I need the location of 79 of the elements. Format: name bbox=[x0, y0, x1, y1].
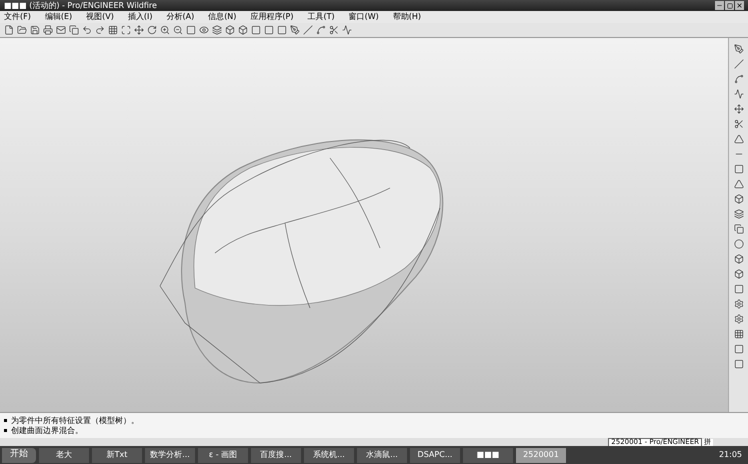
taskbar-button[interactable]: 数学分析... bbox=[145, 448, 195, 462]
taskbar-button[interactable]: ε - 画图 bbox=[198, 448, 248, 462]
rotate-icon[interactable] bbox=[147, 25, 157, 35]
taskbar-button[interactable]: 老大 bbox=[39, 448, 89, 462]
fit-icon[interactable] bbox=[121, 25, 131, 35]
square-icon[interactable] bbox=[277, 25, 287, 35]
close-button[interactable] bbox=[735, 1, 744, 10]
wave-icon[interactable] bbox=[342, 25, 352, 35]
scissors-icon[interactable] bbox=[329, 25, 339, 35]
pen-icon[interactable] bbox=[290, 25, 300, 35]
pen-icon[interactable] bbox=[734, 44, 744, 54]
layers-icon[interactable] bbox=[734, 209, 744, 219]
window-title: ■■■ (活动的) - Pro/ENGINEER Wildfire bbox=[4, 2, 158, 10]
triangle-icon[interactable] bbox=[734, 134, 744, 144]
redo-icon[interactable] bbox=[95, 25, 105, 35]
taskbar-button[interactable]: 新Txt bbox=[92, 448, 142, 462]
undo-icon[interactable] bbox=[82, 25, 92, 35]
circle-icon[interactable] bbox=[734, 239, 744, 249]
menu-item[interactable]: 分析(A) bbox=[166, 13, 194, 21]
taskbar-button[interactable]: 系统机... bbox=[304, 448, 354, 462]
layers-icon[interactable] bbox=[212, 25, 222, 35]
menu-item[interactable]: 工具(T) bbox=[308, 13, 335, 21]
move-icon[interactable] bbox=[734, 104, 744, 114]
curve-icon[interactable] bbox=[734, 74, 744, 84]
square-icon[interactable] bbox=[734, 164, 744, 174]
scissors-icon[interactable] bbox=[734, 119, 744, 129]
taskbar-button[interactable]: 水滴鼠... bbox=[357, 448, 407, 462]
save-icon[interactable] bbox=[30, 25, 40, 35]
message-text: 为零件中所有特征设置（模型树）。 bbox=[11, 416, 139, 426]
wave-icon[interactable] bbox=[734, 89, 744, 99]
new-file-icon[interactable] bbox=[4, 25, 14, 35]
menu-item[interactable]: 插入(I) bbox=[128, 13, 152, 21]
bullet-icon bbox=[4, 419, 7, 422]
grid-icon[interactable] bbox=[734, 329, 744, 339]
square-icon[interactable] bbox=[734, 344, 744, 354]
cube-icon[interactable] bbox=[238, 25, 248, 35]
menu-item[interactable]: 帮助(H) bbox=[392, 13, 422, 21]
square-icon[interactable] bbox=[251, 25, 261, 35]
line-icon[interactable] bbox=[303, 25, 313, 35]
zoom-in-icon[interactable] bbox=[160, 25, 170, 35]
open-folder-icon[interactable] bbox=[17, 25, 27, 35]
taskbar-button[interactable]: DSAPC... bbox=[410, 448, 460, 462]
minimize-icon bbox=[716, 2, 723, 9]
cube-icon[interactable] bbox=[734, 194, 744, 204]
cube-icon[interactable] bbox=[734, 269, 744, 279]
move-icon[interactable] bbox=[134, 25, 144, 35]
menu-item[interactable]: 应用程序(P) bbox=[250, 13, 294, 21]
copy-icon[interactable] bbox=[734, 224, 744, 234]
menu-item[interactable]: 文件(F) bbox=[4, 13, 31, 21]
square-icon[interactable] bbox=[264, 25, 274, 35]
curve-icon[interactable] bbox=[316, 25, 326, 35]
cube-icon[interactable] bbox=[225, 25, 235, 35]
copy-icon[interactable] bbox=[69, 25, 79, 35]
maximize-icon bbox=[726, 2, 732, 8]
menu-item[interactable]: 视图(V) bbox=[86, 13, 114, 21]
eye-icon[interactable] bbox=[199, 25, 209, 35]
zoom-out-icon[interactable] bbox=[173, 25, 183, 35]
menu-item[interactable]: 信息(N) bbox=[208, 13, 236, 21]
gear-icon[interactable] bbox=[734, 299, 744, 309]
start-button[interactable]: 开始 bbox=[2, 448, 36, 462]
cube-icon[interactable] bbox=[734, 254, 744, 264]
menu-item[interactable]: 编辑(E) bbox=[44, 13, 72, 21]
menu-item[interactable]: 窗口(W) bbox=[348, 13, 379, 21]
printer-icon[interactable] bbox=[43, 25, 53, 35]
square-icon[interactable] bbox=[734, 359, 744, 369]
maximize-button[interactable] bbox=[725, 1, 734, 10]
line-icon[interactable] bbox=[734, 59, 744, 69]
clock: 21:05 bbox=[718, 449, 743, 461]
taskbar-button[interactable]: ■■■ bbox=[463, 448, 513, 462]
taskbar-button[interactable]: 百度搜... bbox=[251, 448, 301, 462]
message-text: 创建曲面边界混合。 bbox=[11, 426, 83, 436]
mail-icon[interactable] bbox=[56, 25, 66, 35]
gear-icon[interactable] bbox=[734, 314, 744, 324]
triangle-icon[interactable] bbox=[734, 179, 744, 189]
grid-icon[interactable] bbox=[108, 25, 118, 35]
bullet-icon bbox=[4, 429, 7, 432]
square-icon[interactable] bbox=[186, 25, 196, 35]
square-icon[interactable] bbox=[734, 284, 744, 294]
close-icon bbox=[736, 2, 743, 9]
